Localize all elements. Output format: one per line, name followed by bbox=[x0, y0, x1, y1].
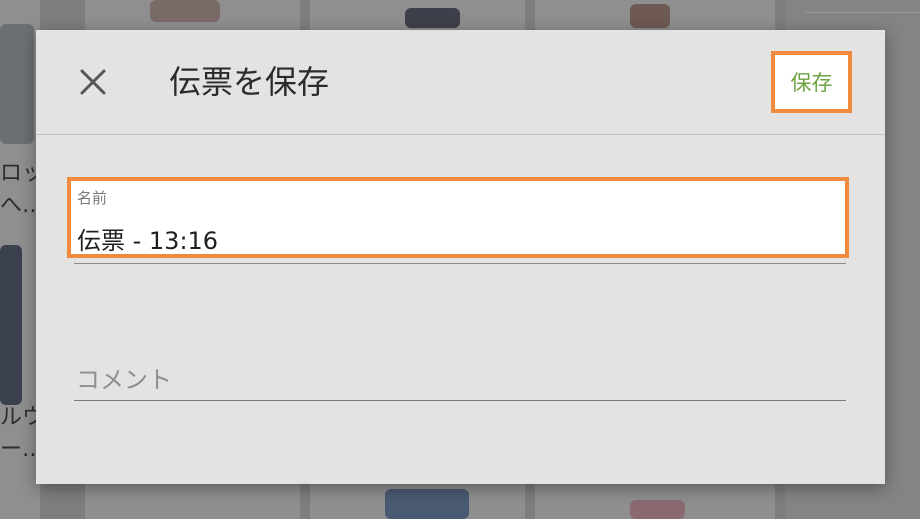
comment-field-placeholder: コメント bbox=[76, 366, 172, 394]
dialog-header: 伝票を保存 保存 bbox=[36, 30, 885, 135]
bg-product-image bbox=[150, 0, 220, 22]
bg-product-image bbox=[405, 8, 460, 28]
name-field-label: 名前 bbox=[77, 189, 108, 207]
bg-product-image bbox=[630, 4, 670, 28]
bg-divider bbox=[806, 12, 920, 13]
bg-product-image bbox=[385, 489, 469, 519]
close-icon bbox=[80, 69, 106, 95]
save-slip-dialog: 伝票を保存 保存 名前 伝票 - 13:16 コメント bbox=[36, 30, 885, 484]
close-button[interactable] bbox=[74, 63, 112, 101]
bg-product-image bbox=[0, 245, 22, 405]
dialog-title: 伝票を保存 bbox=[169, 63, 330, 101]
bg-product-image bbox=[630, 500, 685, 519]
bg-product-cell bbox=[85, 484, 300, 519]
name-field[interactable]: 名前 伝票 - 13:16 bbox=[67, 177, 849, 258]
name-field-underline bbox=[74, 263, 846, 264]
comment-field[interactable]: コメント bbox=[74, 352, 846, 401]
name-field-value[interactable]: 伝票 - 13:16 bbox=[77, 221, 218, 256]
bg-product-image bbox=[0, 24, 34, 144]
save-button[interactable]: 保存 bbox=[771, 51, 852, 113]
